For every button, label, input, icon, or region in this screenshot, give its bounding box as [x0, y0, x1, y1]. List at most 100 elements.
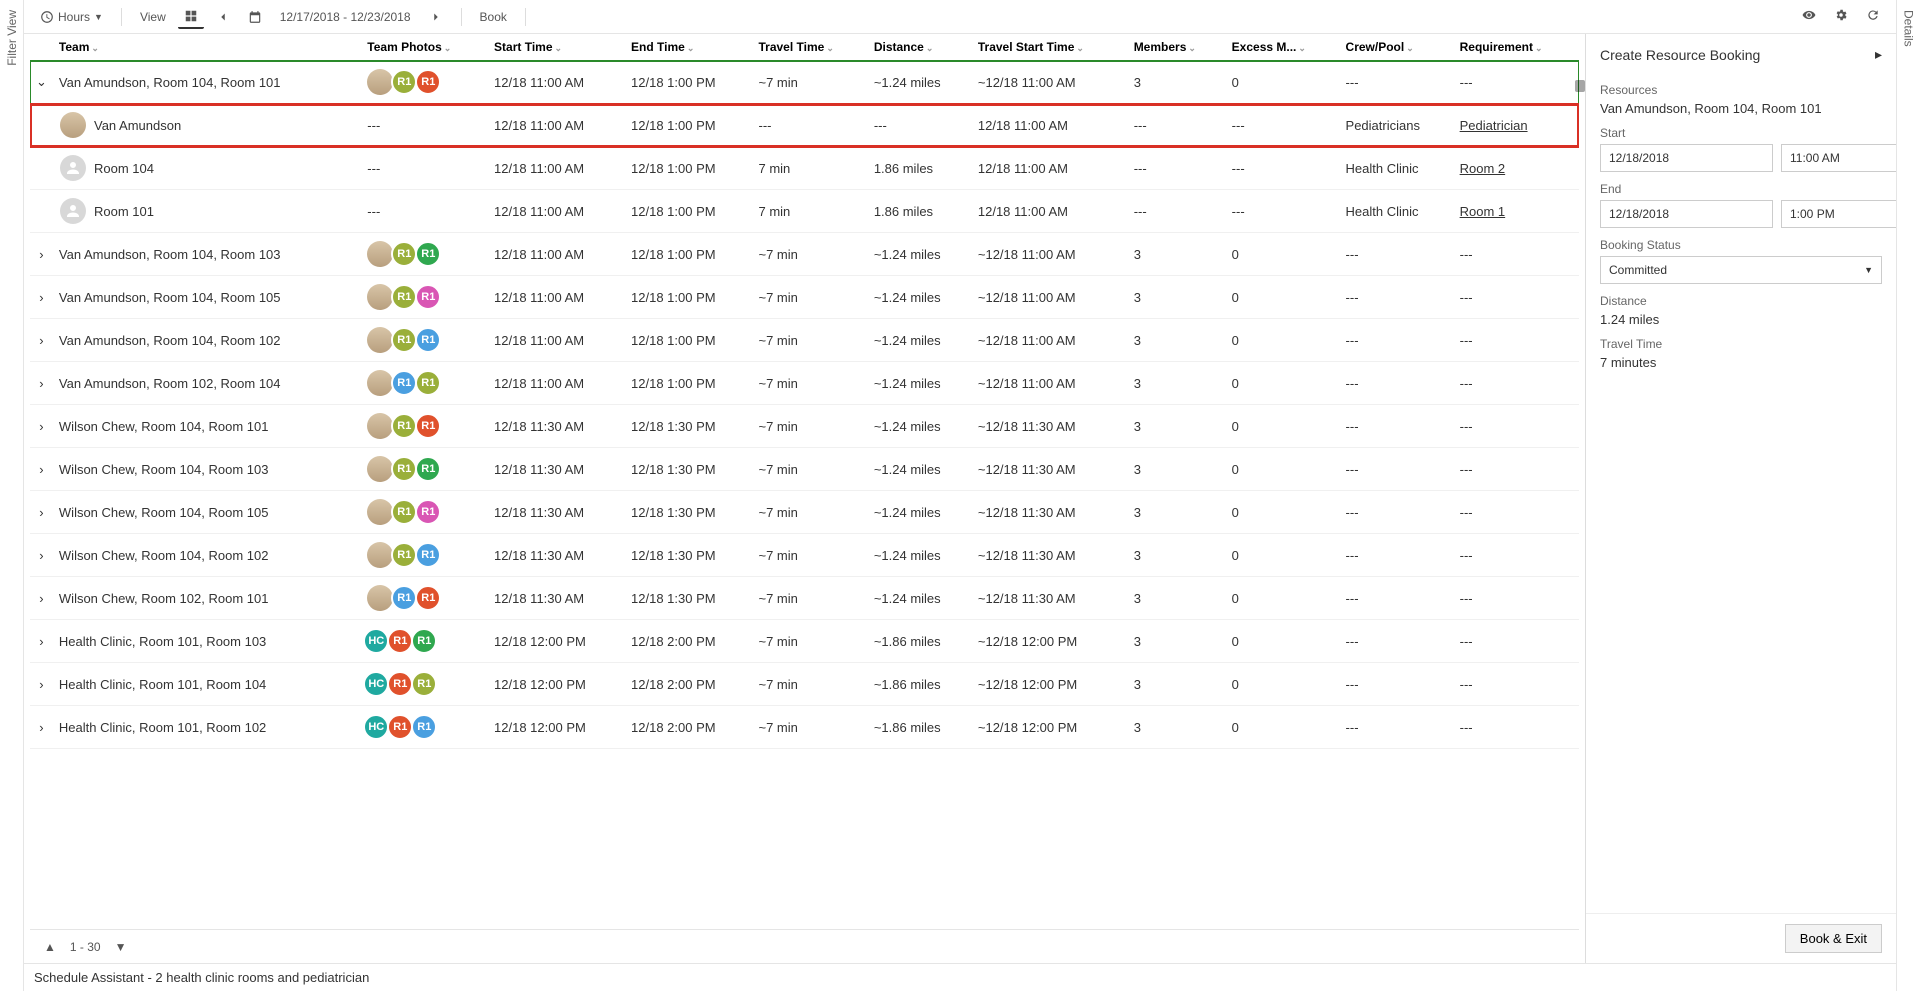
- end-time-input[interactable]: [1781, 200, 1896, 228]
- table-row[interactable]: ›Van Amundson, Room 102, Room 104R1R112/…: [30, 362, 1579, 405]
- book-exit-button[interactable]: Book & Exit: [1785, 924, 1882, 953]
- cell: 12/18 11:30 AM: [488, 448, 625, 491]
- table-row[interactable]: ›Health Clinic, Room 101, Room 103HCR1R1…: [30, 620, 1579, 663]
- table-row[interactable]: ›Health Clinic, Room 101, Room 104HCR1R1…: [30, 663, 1579, 706]
- cell-requirement: ---: [1454, 319, 1579, 362]
- cell: Health Clinic: [1340, 190, 1454, 233]
- pager-down[interactable]: ▼: [111, 938, 131, 956]
- cell: ---: [1340, 276, 1454, 319]
- start-date-input[interactable]: [1600, 144, 1773, 172]
- next-button[interactable]: [423, 6, 449, 28]
- column-header[interactable]: Distance⌄: [868, 34, 972, 61]
- expand-toggle[interactable]: ⌄: [30, 61, 53, 104]
- hours-dropdown[interactable]: Hours ▼: [34, 6, 109, 28]
- column-header[interactable]: Start Time⌄: [488, 34, 625, 61]
- table-row[interactable]: Van Amundson---12/18 11:00 AM12/18 1:00 …: [30, 104, 1579, 147]
- team-name: Van Amundson, Room 104, Room 103: [53, 233, 361, 276]
- table-row[interactable]: ›Wilson Chew, Room 104, Room 103R1R112/1…: [30, 448, 1579, 491]
- expand-toggle[interactable]: ›: [30, 663, 53, 706]
- column-header[interactable]: Travel Start Time⌄: [972, 34, 1128, 61]
- cell: ---: [1340, 620, 1454, 663]
- cell-requirement: ---: [1454, 61, 1579, 104]
- details-tab[interactable]: Details: [1896, 0, 1920, 991]
- cell: ~7 min: [752, 276, 867, 319]
- cell: 0: [1226, 405, 1340, 448]
- expand-toggle[interactable]: ›: [30, 491, 53, 534]
- expand-toggle[interactable]: ›: [30, 405, 53, 448]
- cell: 0: [1226, 362, 1340, 405]
- avatar: [367, 327, 393, 353]
- cell-photos: R1R1: [361, 319, 488, 362]
- resource-badge: R1: [415, 585, 441, 611]
- settings-button[interactable]: [1828, 4, 1854, 29]
- column-header[interactable]: Team Photos⌄: [361, 34, 488, 61]
- column-header[interactable]: Requirement⌄: [1454, 34, 1579, 61]
- cell: ~1.24 miles: [868, 534, 972, 577]
- table-row[interactable]: Room 104---12/18 11:00 AM12/18 1:00 PM7 …: [30, 147, 1579, 190]
- expand-toggle[interactable]: ›: [30, 233, 53, 276]
- cell-requirement: ---: [1454, 577, 1579, 620]
- book-button[interactable]: Book: [474, 6, 513, 28]
- filter-view-tab[interactable]: Filter View: [0, 0, 24, 991]
- cell: ---: [1340, 706, 1454, 749]
- table-row[interactable]: ›Wilson Chew, Room 104, Room 102R1R112/1…: [30, 534, 1579, 577]
- table-row[interactable]: ›Van Amundson, Room 104, Room 103R1R112/…: [30, 233, 1579, 276]
- team-name: Health Clinic, Room 101, Room 104: [53, 663, 361, 706]
- cell: 3: [1128, 233, 1226, 276]
- cell-requirement[interactable]: Pediatrician: [1454, 104, 1579, 147]
- cell: ~7 min: [752, 448, 867, 491]
- cell-requirement[interactable]: Room 2: [1454, 147, 1579, 190]
- booking-status-value: Committed: [1609, 263, 1667, 277]
- column-header[interactable]: End Time⌄: [625, 34, 752, 61]
- refresh-button[interactable]: [1860, 4, 1886, 29]
- cell: ~12/18 12:00 PM: [972, 706, 1128, 749]
- details-tab-label: Details: [1902, 10, 1916, 47]
- column-header[interactable]: Team⌄: [53, 34, 361, 61]
- avatar-blank: [60, 198, 86, 224]
- start-label: Start: [1600, 126, 1882, 140]
- cell: ~1.86 miles: [868, 663, 972, 706]
- cell-photos: R1R1: [361, 405, 488, 448]
- pager-up[interactable]: ▲: [40, 938, 60, 956]
- expand-toggle[interactable]: ›: [30, 362, 53, 405]
- expand-toggle[interactable]: ›: [30, 620, 53, 663]
- column-header[interactable]: Travel Time⌄: [752, 34, 867, 61]
- expand-toggle[interactable]: ›: [30, 577, 53, 620]
- table-row[interactable]: ›Wilson Chew, Room 102, Room 101R1R112/1…: [30, 577, 1579, 620]
- column-header[interactable]: Members⌄: [1128, 34, 1226, 61]
- details-title: Create Resource Booking: [1600, 47, 1760, 63]
- booking-status-select[interactable]: Committed ▼: [1600, 256, 1882, 284]
- table-row[interactable]: ›Wilson Chew, Room 104, Room 101R1R112/1…: [30, 405, 1579, 448]
- table-row[interactable]: ⌄Van Amundson, Room 104, Room 101R1R112/…: [30, 61, 1579, 104]
- table-row[interactable]: ›Wilson Chew, Room 104, Room 105R1R112/1…: [30, 491, 1579, 534]
- cell-requirement[interactable]: Room 1: [1454, 190, 1579, 233]
- separator: [525, 8, 526, 26]
- calendar-button[interactable]: [242, 6, 268, 28]
- column-header[interactable]: Excess M...⌄: [1226, 34, 1340, 61]
- expand-toggle[interactable]: ›: [30, 276, 53, 319]
- expand-toggle[interactable]: ›: [30, 319, 53, 362]
- cell: 3: [1128, 276, 1226, 319]
- table-row[interactable]: ›Health Clinic, Room 101, Room 102HCR1R1…: [30, 706, 1579, 749]
- cell: ---: [1226, 147, 1340, 190]
- cell: ~7 min: [752, 534, 867, 577]
- end-date-input[interactable]: [1600, 200, 1773, 228]
- table-row[interactable]: ›Van Amundson, Room 104, Room 105R1R112/…: [30, 276, 1579, 319]
- prev-button[interactable]: [210, 6, 236, 28]
- details-collapse-icon[interactable]: ▸: [1875, 46, 1882, 63]
- scrollbar-thumb[interactable]: [1575, 80, 1585, 92]
- date-range[interactable]: 12/17/2018 - 12/23/2018: [274, 6, 417, 28]
- column-header[interactable]: Crew/Pool⌄: [1340, 34, 1454, 61]
- avatar: [60, 112, 86, 138]
- start-time-input[interactable]: [1781, 144, 1896, 172]
- grid-view-button[interactable]: [178, 5, 204, 29]
- book-label: Book: [480, 10, 507, 24]
- expand-toggle[interactable]: ›: [30, 534, 53, 577]
- cell: ---: [1226, 190, 1340, 233]
- visibility-button[interactable]: [1796, 4, 1822, 29]
- cell: 3: [1128, 663, 1226, 706]
- table-row[interactable]: ›Van Amundson, Room 104, Room 102R1R112/…: [30, 319, 1579, 362]
- expand-toggle[interactable]: ›: [30, 706, 53, 749]
- table-row[interactable]: Room 101---12/18 11:00 AM12/18 1:00 PM7 …: [30, 190, 1579, 233]
- expand-toggle[interactable]: ›: [30, 448, 53, 491]
